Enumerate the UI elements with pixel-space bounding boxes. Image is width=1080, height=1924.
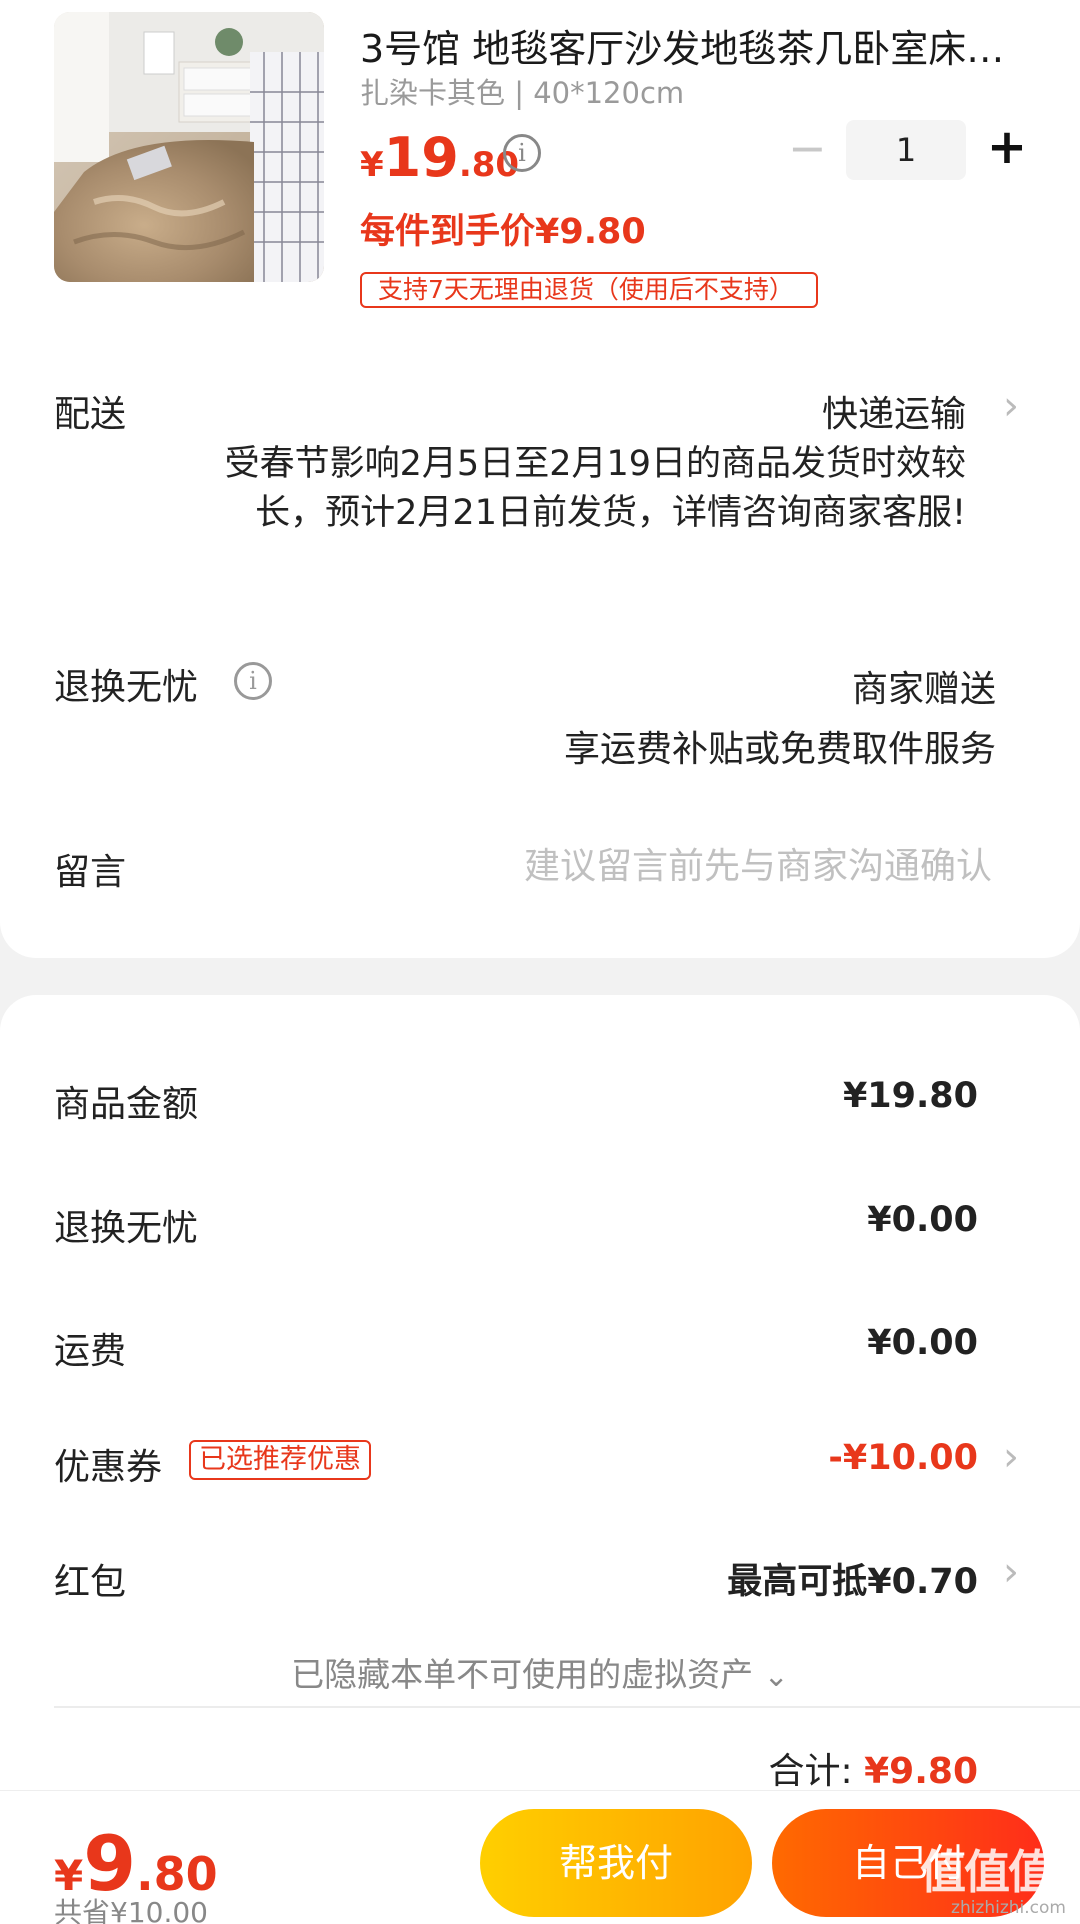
message-input[interactable] <box>432 838 992 894</box>
product-sku[interactable]: 扎染卡其色 | 40*120cm <box>360 70 684 112</box>
chevron-right-icon[interactable]: › <box>1003 383 1019 429</box>
unit-final-price: 每件到手价¥9.80 <box>360 212 646 252</box>
chevron-right-icon[interactable]: › <box>1003 1434 1019 1480</box>
price-currency: ¥ <box>360 145 384 185</box>
message-label: 留言 <box>54 852 127 893</box>
returns-value: 商家赠送 <box>851 669 996 710</box>
coupon-selected-tag: 已选推荐优惠 <box>189 1440 371 1480</box>
shipping-label: 配送 <box>54 394 127 435</box>
chevron-down-icon: ⌄ <box>763 1659 789 1694</box>
product-title[interactable]: 3号馆 地毯客厅沙发地毯茶几卧室床… <box>360 18 1020 73</box>
rug-photo-image <box>54 12 324 282</box>
price-integer: 19 <box>383 126 459 189</box>
info-icon[interactable]: i <box>503 134 541 172</box>
order-total: 合计: ¥9.80 <box>769 1742 978 1794</box>
redpacket-label: 红包 <box>54 1562 127 1603</box>
info-icon[interactable]: i <box>234 662 272 700</box>
coupon-value[interactable]: -¥10.00 <box>828 1438 978 1478</box>
shipping-fee-value: ¥0.00 <box>867 1323 978 1363</box>
hidden-assets-toggle[interactable]: 已隐藏本单不可使用的虚拟资产 ⌄ <box>0 1648 1080 1696</box>
goods-amount-value: ¥19.80 <box>842 1076 978 1116</box>
quantity-value[interactable]: 1 <box>846 120 966 180</box>
product-price: ¥19.80 <box>360 126 519 189</box>
total-label: 合计: <box>768 1751 853 1792</box>
return-policy-tag: 支持7天无理由退货（使用后不支持） <box>360 272 818 308</box>
chevron-right-icon[interactable]: › <box>1003 1549 1019 1595</box>
saved-amount: 共省¥10.00 <box>54 1896 208 1924</box>
redpacket-value[interactable]: 最高可抵¥0.70 <box>727 1553 978 1604</box>
quantity-increase-button[interactable]: + <box>985 123 1029 171</box>
shipping-method[interactable]: 快递运输 <box>822 385 966 437</box>
total-value: ¥9.80 <box>864 1751 978 1792</box>
returns-description: 享运费补贴或免费取件服务 <box>563 729 996 770</box>
watermark-url: zhizhizhi.com <box>951 1898 1066 1918</box>
checkout-bar: ¥9.80 共省¥10.00 帮我付 自己付 <box>0 1790 1080 1924</box>
order-item-card: 3号馆 地毯客厅沙发地毯茶几卧室床… 扎染卡其色 | 40*120cm ¥19.… <box>0 0 1080 958</box>
shipping-notice: 受春节影响2月5日至2月19日的商品发货时效较长，预计2月21日前发货，详情咨询… <box>224 444 966 533</box>
returns-fee-label: 退换无忧 <box>54 1208 199 1249</box>
product-thumbnail[interactable] <box>54 12 324 282</box>
hidden-assets-text: 已隐藏本单不可使用的虚拟资产 <box>291 1655 754 1694</box>
coupon-label: 优惠券 <box>54 1447 163 1488</box>
help-me-pay-button[interactable]: 帮我付 <box>480 1809 752 1917</box>
watermark-logo: 值值值 <box>920 1845 1054 1899</box>
goods-amount-label: 商品金额 <box>54 1084 199 1125</box>
divider <box>54 1706 1080 1708</box>
returns-fee-value: ¥0.00 <box>867 1200 978 1240</box>
returns-label: 退换无忧 <box>54 667 199 708</box>
quantity-decrease-button[interactable]: − <box>788 125 827 171</box>
shipping-fee-label: 运费 <box>54 1331 127 1372</box>
